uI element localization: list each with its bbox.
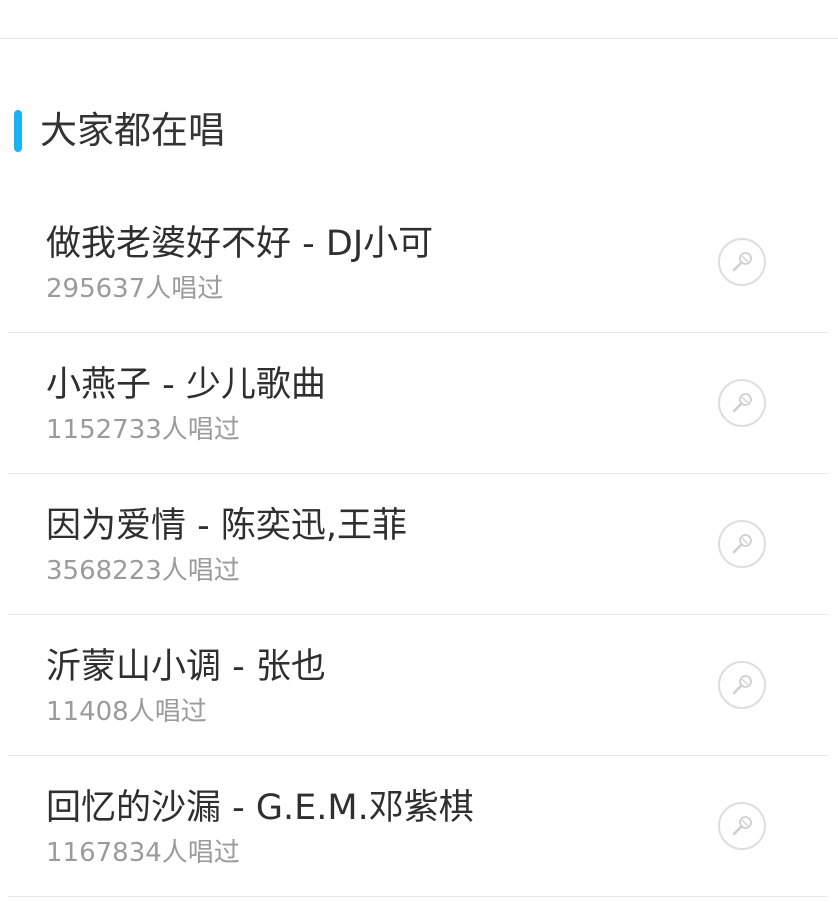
- microphone-icon: [732, 816, 752, 836]
- song-list: 做我老婆好不好 - DJ小可 295637人唱过 小燕子 - 少儿歌曲 1152…: [0, 192, 838, 897]
- song-title: 做我老婆好不好 - DJ小可: [46, 224, 434, 264]
- song-list-item[interactable]: 沂蒙山小调 - 张也 11408人唱过: [0, 615, 838, 756]
- sing-button[interactable]: [718, 520, 766, 568]
- section-header: 大家都在唱: [14, 106, 225, 156]
- song-list-item[interactable]: 回忆的沙漏 - G.E.M.邓紫棋 1167834人唱过: [0, 756, 838, 897]
- song-list-item[interactable]: 因为爱情 - 陈奕迅,王菲 3568223人唱过: [0, 474, 838, 615]
- microphone-icon: [732, 252, 752, 272]
- song-title: 因为爱情 - 陈奕迅,王菲: [46, 506, 408, 546]
- sing-button[interactable]: [718, 238, 766, 286]
- song-sung-count: 295637人唱过: [46, 274, 224, 304]
- song-title: 沂蒙山小调 - 张也: [46, 647, 326, 687]
- section-accent-bar: [14, 110, 22, 152]
- sing-button[interactable]: [718, 661, 766, 709]
- song-list-item[interactable]: 做我老婆好不好 - DJ小可 295637人唱过: [0, 192, 838, 333]
- song-sung-count: 11408人唱过: [46, 697, 207, 727]
- microphone-icon: [732, 534, 752, 554]
- song-title: 回忆的沙漏 - G.E.M.邓紫棋: [46, 788, 474, 828]
- song-sung-count: 1152733人唱过: [46, 415, 240, 445]
- microphone-icon: [732, 393, 752, 413]
- sing-button[interactable]: [718, 802, 766, 850]
- microphone-icon: [732, 675, 752, 695]
- song-sung-count: 3568223人唱过: [46, 556, 240, 586]
- sing-button[interactable]: [718, 379, 766, 427]
- song-sung-count: 1167834人唱过: [46, 838, 240, 868]
- top-divider: [0, 38, 838, 39]
- song-list-item[interactable]: 小燕子 - 少儿歌曲 1152733人唱过: [0, 333, 838, 474]
- song-title: 小燕子 - 少儿歌曲: [46, 365, 326, 405]
- section-title: 大家都在唱: [40, 109, 225, 152]
